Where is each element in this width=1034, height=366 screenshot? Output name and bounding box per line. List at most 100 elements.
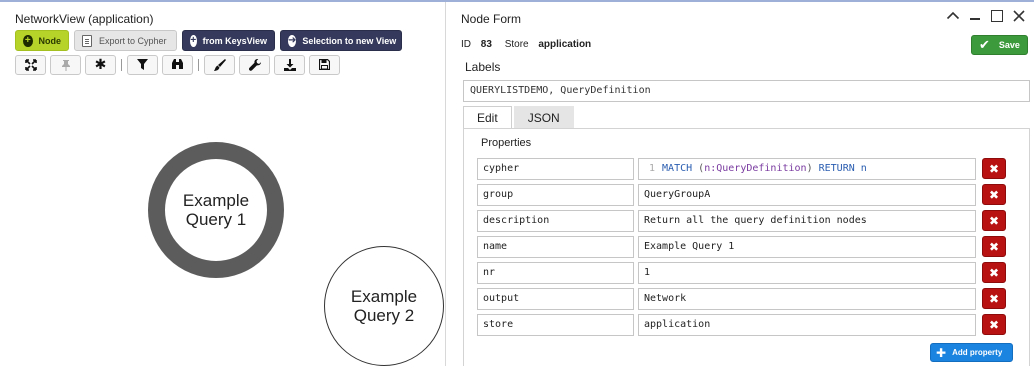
- export-to-cypher-button[interactable]: Export to Cypher: [74, 30, 177, 51]
- toolbar-separator: [121, 58, 122, 71]
- wrench-icon: [248, 58, 261, 71]
- delete-property-button[interactable]: ✖: [982, 210, 1006, 231]
- property-value-field[interactable]: 1: [638, 262, 976, 284]
- close-icon[interactable]: [1012, 9, 1026, 23]
- cypher-keyword: MATCH: [662, 163, 693, 174]
- property-row: store application ✖: [477, 314, 1020, 336]
- tab-json[interactable]: JSON: [513, 106, 574, 129]
- save-view-button[interactable]: [309, 54, 340, 75]
- brush-button[interactable]: [204, 54, 235, 75]
- selection-to-new-view-button[interactable]: ➜ Selection to new View: [280, 30, 402, 51]
- selection-to-new-view-label: Selection to new View: [302, 35, 397, 46]
- property-key-field[interactable]: output: [477, 288, 634, 310]
- checkmark-icon: ✔: [979, 37, 990, 52]
- property-key-field[interactable]: name: [477, 236, 634, 258]
- store-label: Store: [504, 39, 529, 50]
- node-meta: ID 83 Store application: [461, 39, 601, 50]
- property-row: description Return all the query definit…: [477, 210, 1020, 232]
- document-icon: [82, 34, 92, 47]
- property-value-field[interactable]: application: [638, 314, 976, 336]
- id-value: 83: [480, 39, 492, 50]
- plus-icon: ✚: [936, 345, 947, 360]
- filter-button[interactable]: [127, 54, 158, 75]
- properties-panel: Properties cypher 1 MATCH (n:QueryDefinit…: [463, 128, 1030, 366]
- property-value-field[interactable]: Return all the query definition nodes: [638, 210, 976, 232]
- property-row: group QueryGroupA ✖: [477, 184, 1020, 206]
- property-value-field[interactable]: Network: [638, 288, 976, 310]
- collapse-chevron-icon[interactable]: [946, 9, 960, 23]
- cypher-keyword: RETURN n: [818, 163, 867, 174]
- brush-icon: [213, 58, 226, 71]
- property-key-field[interactable]: cypher: [477, 158, 634, 180]
- maximize-icon[interactable]: [990, 9, 1004, 23]
- expand-icon: [24, 58, 37, 71]
- save-label: Save: [998, 40, 1020, 50]
- wrench-button[interactable]: [239, 54, 270, 75]
- download-button[interactable]: [274, 54, 305, 75]
- cypher-node-pattern: n:QueryDefinition: [704, 163, 807, 174]
- add-node-label: Node: [38, 35, 62, 46]
- delete-property-button[interactable]: ✖: [982, 158, 1006, 179]
- graph-node-label-line2: Query 1: [185, 210, 247, 229]
- filter-icon: [137, 59, 148, 70]
- add-property-button[interactable]: ✚ Add property: [930, 343, 1013, 362]
- add-property-label: Add property: [952, 348, 1003, 357]
- from-keysview-button[interactable]: + from KeysView: [182, 30, 275, 51]
- expand-button[interactable]: [15, 54, 46, 75]
- binoculars-button[interactable]: [162, 54, 193, 75]
- property-row: nr 1 ✖: [477, 262, 1020, 284]
- labels-input[interactable]: QUERYLISTDEMO, QueryDefinition: [463, 80, 1030, 102]
- delete-property-button[interactable]: ✖: [982, 314, 1006, 335]
- toolbar-separator: [198, 58, 199, 71]
- property-value-field[interactable]: QueryGroupA: [638, 184, 976, 206]
- delete-property-button[interactable]: ✖: [982, 288, 1006, 309]
- property-row: name Example Query 1 ✖: [477, 236, 1020, 258]
- id-label: ID: [461, 39, 471, 50]
- property-row-cypher: cypher 1 MATCH (n:QueryDefinition) RETURN…: [477, 158, 1020, 180]
- network-toolbar-primary: + Node Export to Cypher + from KeysView …: [15, 30, 402, 51]
- graph-node-selected[interactable]: Example Query 1: [148, 142, 284, 278]
- network-view-title: NetworkView (application): [15, 12, 154, 26]
- plus-icon: +: [23, 34, 33, 47]
- save-button[interactable]: ✔ Save: [971, 35, 1028, 55]
- pin-button[interactable]: [50, 54, 81, 75]
- property-key-field[interactable]: nr: [477, 262, 634, 284]
- properties-heading: Properties: [481, 137, 532, 149]
- property-key-field[interactable]: group: [477, 184, 634, 206]
- asterisk-icon: ✱: [94, 56, 107, 72]
- cypher-paren: ): [806, 163, 813, 174]
- node-form-panel: Node Form ID 83 Store application ✔ Save…: [445, 2, 1034, 366]
- property-key-field[interactable]: store: [477, 314, 634, 336]
- tab-edit[interactable]: Edit: [463, 106, 512, 129]
- floppy-save-icon: [319, 59, 330, 70]
- form-tabs: Edit JSON: [463, 106, 574, 129]
- add-node-button[interactable]: + Node: [15, 30, 69, 51]
- graph-node-label-line1: Example: [182, 191, 250, 210]
- line-number: 1: [649, 163, 656, 174]
- network-toolbar-secondary: ✱: [15, 54, 344, 75]
- window-controls: [946, 9, 1026, 23]
- network-view-panel: NetworkView (application) + Node Export …: [0, 2, 445, 366]
- property-value-field[interactable]: Example Query 1: [638, 236, 976, 258]
- property-code-editor[interactable]: 1 MATCH (n:QueryDefinition) RETURN n: [638, 158, 976, 180]
- property-key-field[interactable]: description: [477, 210, 634, 232]
- plus-icon: +: [190, 34, 197, 47]
- delete-property-button[interactable]: ✖: [982, 184, 1006, 205]
- export-to-cypher-label: Export to Cypher: [99, 35, 167, 46]
- delete-property-button[interactable]: ✖: [982, 262, 1006, 283]
- asterisk-button[interactable]: ✱: [85, 54, 116, 75]
- labels-heading: Labels: [465, 60, 501, 74]
- graph-node-label-line1: Example: [350, 287, 418, 306]
- graph-node[interactable]: Example Query 2: [324, 246, 444, 366]
- store-value: application: [538, 39, 592, 50]
- download-icon: [283, 58, 296, 71]
- pin-icon: [61, 59, 70, 71]
- node-form-title: Node Form: [461, 12, 522, 26]
- from-keysview-label: from KeysView: [202, 35, 267, 46]
- property-row: output Network ✖: [477, 288, 1020, 310]
- arrow-right-icon: ➜: [288, 34, 297, 47]
- delete-property-button[interactable]: ✖: [982, 236, 1006, 257]
- minimize-icon[interactable]: [968, 9, 982, 23]
- graph-node-label-line2: Query 2: [353, 306, 415, 325]
- binoculars-icon: [172, 59, 183, 69]
